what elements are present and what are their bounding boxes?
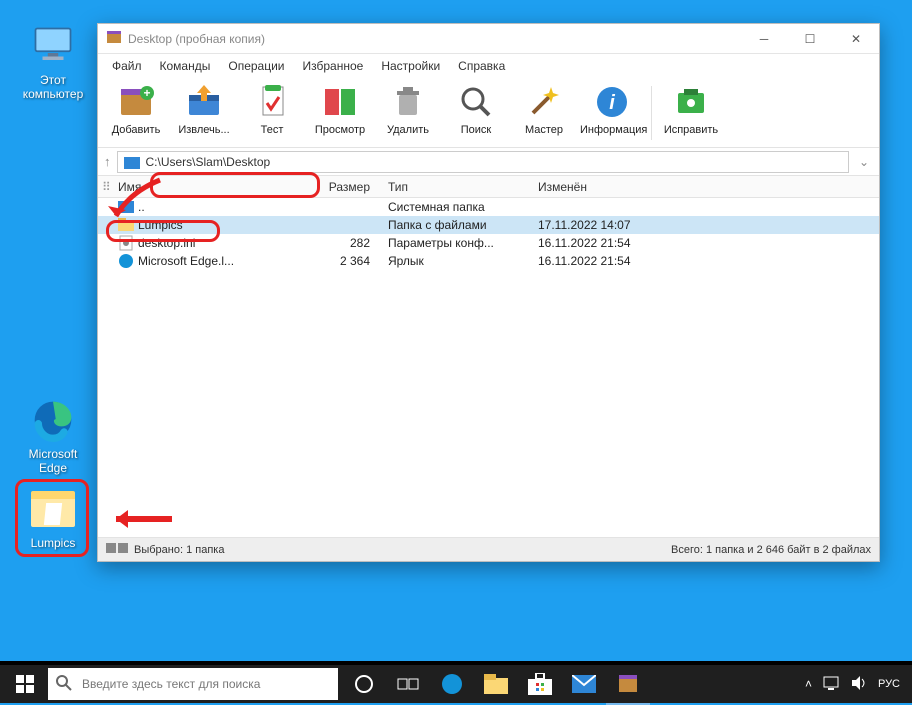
tray-chevron-icon[interactable]: ˄ bbox=[805, 677, 812, 691]
list-item-lumpics[interactable]: Lumpics Папка с файлами 17.11.2022 14:07 bbox=[98, 216, 879, 234]
col-date[interactable]: Изменён bbox=[532, 180, 879, 194]
svg-text:i: i bbox=[609, 92, 615, 114]
tb-edge[interactable] bbox=[430, 663, 474, 705]
search-icon bbox=[56, 675, 72, 694]
minimize-button[interactable]: ─ bbox=[741, 24, 787, 54]
wizard-icon bbox=[524, 82, 564, 122]
winrar-window: Desktop (пробная копия) ─ ☐ ✕ Файл Коман… bbox=[97, 23, 880, 562]
path-box[interactable]: C:\Users\Slam\Desktop bbox=[117, 151, 849, 173]
edge-icon bbox=[29, 396, 77, 444]
tool-add[interactable]: +Добавить bbox=[104, 82, 168, 136]
edge-shortcut-icon bbox=[118, 253, 134, 269]
window-title: Desktop (пробная копия) bbox=[128, 32, 265, 46]
start-button[interactable] bbox=[4, 665, 46, 703]
path-dropdown[interactable]: ⌄ bbox=[855, 155, 873, 169]
maximize-button[interactable]: ☐ bbox=[787, 24, 833, 54]
status-right: Всего: 1 папка и 2 646 байт в 2 файлах bbox=[671, 544, 871, 556]
tb-store[interactable] bbox=[518, 663, 562, 705]
folder-icon bbox=[118, 217, 134, 233]
tool-view[interactable]: Просмотр bbox=[308, 82, 372, 136]
taskbar-search[interactable]: Введите здесь текст для поиска bbox=[48, 668, 338, 700]
tray-network-icon[interactable] bbox=[822, 675, 840, 694]
view-icon bbox=[320, 82, 360, 122]
menubar: Файл Команды Операции Избранное Настройк… bbox=[98, 54, 879, 78]
folder-path-icon bbox=[124, 155, 140, 169]
windows-icon bbox=[16, 675, 34, 693]
desktop-icon-edge[interactable]: Microsoft Edge bbox=[16, 396, 90, 476]
trash-icon bbox=[388, 82, 428, 122]
test-icon bbox=[252, 82, 292, 122]
list-header: ⠿ Имя Размер Тип Изменён bbox=[98, 176, 879, 198]
menu-help[interactable]: Справка bbox=[450, 57, 513, 75]
list-item[interactable]: Microsoft Edge.l... 2 364 Ярлык 16.11.20… bbox=[98, 252, 879, 270]
tray-lang-icon[interactable]: РУС bbox=[878, 678, 900, 690]
tb-cortana[interactable] bbox=[342, 663, 386, 705]
archive-add-icon: + bbox=[116, 82, 156, 122]
repair-icon bbox=[671, 82, 711, 122]
desktop-icon-this-pc[interactable]: Этот компьютер bbox=[16, 22, 90, 102]
col-type[interactable]: Тип bbox=[382, 180, 532, 194]
path-text: C:\Users\Slam\Desktop bbox=[146, 155, 271, 169]
info-icon: i bbox=[592, 82, 632, 122]
svg-text:+: + bbox=[143, 86, 150, 100]
up-button[interactable]: ↑ bbox=[104, 154, 111, 169]
menu-settings[interactable]: Настройки bbox=[373, 57, 448, 75]
status-icon bbox=[106, 541, 128, 558]
taskbar: Введите здесь текст для поиска ˄ РУС bbox=[0, 661, 912, 703]
status-left: Выбрано: 1 папка bbox=[134, 544, 224, 556]
col-name[interactable]: Имя bbox=[112, 180, 292, 194]
tray-volume-icon[interactable] bbox=[850, 675, 868, 694]
tool-repair[interactable]: Исправить bbox=[659, 82, 723, 136]
tool-find[interactable]: Поиск bbox=[444, 82, 508, 136]
address-bar: ↑ C:\Users\Slam\Desktop ⌄ bbox=[98, 148, 879, 176]
toolbar: +Добавить Извлечь... Тест Просмотр Удали… bbox=[98, 78, 879, 148]
app-icon bbox=[106, 29, 122, 48]
list-item[interactable]: desktop.ini 282 Параметры конф... 16.11.… bbox=[98, 234, 879, 252]
file-list: .. Системная папка Lumpics Папка с файла… bbox=[98, 198, 879, 537]
tb-taskview[interactable] bbox=[386, 663, 430, 705]
monitor-icon bbox=[29, 22, 77, 70]
col-size[interactable]: Размер bbox=[292, 180, 382, 194]
tb-explorer[interactable] bbox=[474, 663, 518, 705]
list-item[interactable]: .. Системная папка bbox=[98, 198, 879, 216]
status-bar: Выбрано: 1 папка Всего: 1 папка и 2 646 … bbox=[98, 537, 879, 561]
extract-icon bbox=[184, 82, 224, 122]
desktop-icon-lumpics[interactable]: Lumpics bbox=[16, 485, 90, 551]
tool-info[interactable]: iИнформация bbox=[580, 82, 644, 136]
menu-favorites[interactable]: Избранное bbox=[295, 57, 372, 75]
grip-icon: ⠿ bbox=[98, 180, 112, 194]
folder-icon bbox=[29, 485, 77, 533]
tb-mail[interactable] bbox=[562, 663, 606, 705]
search-icon bbox=[456, 82, 496, 122]
tool-wizard[interactable]: Мастер bbox=[512, 82, 576, 136]
tool-test[interactable]: Тест bbox=[240, 82, 304, 136]
menu-commands[interactable]: Команды bbox=[152, 57, 219, 75]
close-button[interactable]: ✕ bbox=[833, 24, 879, 54]
folder-up-icon bbox=[118, 199, 134, 215]
ini-file-icon bbox=[118, 235, 134, 251]
menu-file[interactable]: Файл bbox=[104, 57, 150, 75]
menu-operations[interactable]: Операции bbox=[220, 57, 292, 75]
tb-winrar[interactable] bbox=[606, 663, 650, 705]
tool-extract[interactable]: Извлечь... bbox=[172, 82, 236, 136]
titlebar[interactable]: Desktop (пробная копия) ─ ☐ ✕ bbox=[98, 24, 879, 54]
tool-delete[interactable]: Удалить bbox=[376, 82, 440, 136]
